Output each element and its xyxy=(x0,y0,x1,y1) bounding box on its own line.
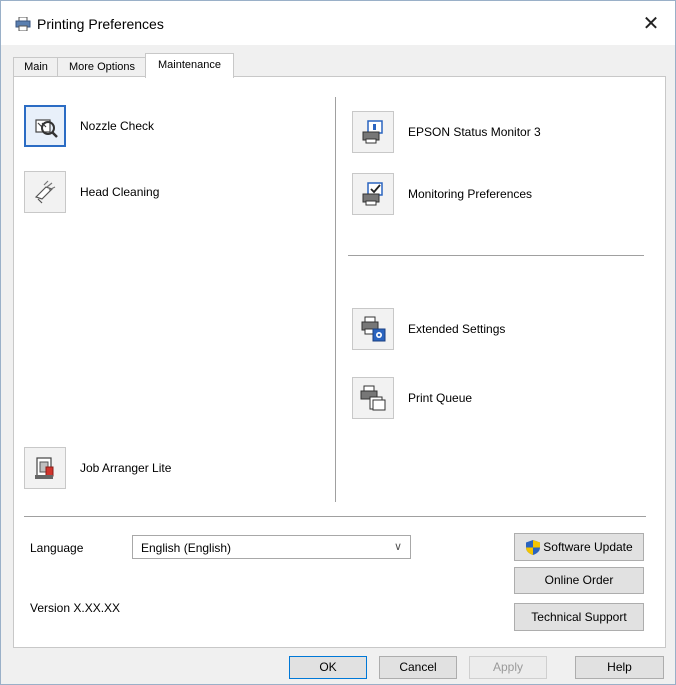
extended-settings-button[interactable] xyxy=(352,308,394,350)
technical-support-label: Technical Support xyxy=(531,610,627,624)
head-cleaning-icon xyxy=(34,180,56,204)
software-update-label: Software Update xyxy=(543,540,633,554)
close-icon[interactable]: ✕ xyxy=(639,13,663,35)
language-label: Language xyxy=(30,541,84,555)
status-monitor-label: EPSON Status Monitor 3 xyxy=(408,125,541,139)
language-select[interactable]: English (English) ∨ xyxy=(132,535,411,559)
monitoring-preferences-button[interactable] xyxy=(352,173,394,215)
right-section-divider xyxy=(348,255,644,256)
bottom-section-divider xyxy=(24,516,646,517)
version-text: Version X.XX.XX xyxy=(30,601,121,615)
status-monitor-button[interactable] xyxy=(352,111,394,153)
printing-preferences-window: Printing Preferences ✕ Main More Options… xyxy=(0,0,676,685)
head-cleaning-label: Head Cleaning xyxy=(80,185,160,199)
job-arranger-icon xyxy=(35,457,54,479)
maintenance-panel: Nozzle Check Head Cleaning Job Arranger … xyxy=(13,76,666,648)
ok-button[interactable]: OK xyxy=(289,656,367,679)
language-select-value: English (English) xyxy=(141,541,232,555)
technical-support-button[interactable]: Technical Support xyxy=(514,603,644,631)
apply-button[interactable]: Apply xyxy=(469,656,547,679)
cancel-button[interactable]: Cancel xyxy=(379,656,457,679)
job-arranger-label: Job Arranger Lite xyxy=(80,461,172,475)
online-order-label: Online Order xyxy=(544,573,614,587)
online-order-button[interactable]: Online Order xyxy=(514,567,644,594)
monitoring-preferences-label: Monitoring Preferences xyxy=(408,187,533,201)
window-title: Printing Preferences xyxy=(37,16,164,32)
status-monitor-icon xyxy=(362,120,383,144)
tab-maintenance[interactable]: Maintenance xyxy=(145,53,234,78)
help-button[interactable]: Help xyxy=(575,656,664,679)
title-bar: Printing Preferences ✕ xyxy=(1,1,675,45)
print-queue-button[interactable] xyxy=(352,377,394,419)
monitoring-preferences-icon xyxy=(362,182,383,206)
extended-settings-icon xyxy=(361,316,386,342)
nozzle-check-icon xyxy=(35,119,58,138)
printer-icon xyxy=(15,17,31,31)
software-update-button[interactable]: Software Update xyxy=(514,533,644,561)
print-queue-icon xyxy=(360,385,386,411)
column-divider xyxy=(335,97,336,502)
job-arranger-button[interactable] xyxy=(24,447,66,489)
extended-settings-label: Extended Settings xyxy=(408,322,506,336)
nozzle-check-label: Nozzle Check xyxy=(80,119,155,133)
print-queue-label: Print Queue xyxy=(408,391,473,405)
nozzle-check-button[interactable] xyxy=(24,105,66,147)
tab-more-options[interactable]: More Options xyxy=(57,57,147,77)
head-cleaning-button[interactable] xyxy=(24,171,66,213)
tab-main[interactable]: Main xyxy=(13,57,59,77)
shield-icon xyxy=(526,540,541,556)
chevron-down-icon: ∨ xyxy=(393,541,402,553)
